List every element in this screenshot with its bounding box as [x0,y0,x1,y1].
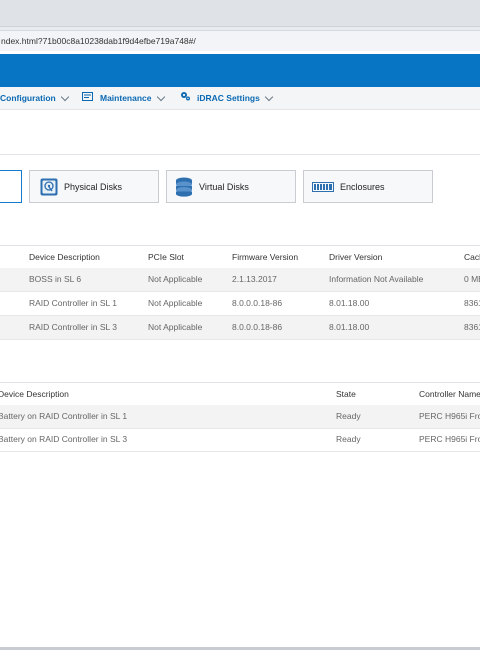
nav-maintenance-label: Maintenance [100,93,152,103]
table-cell: 8361 [464,298,480,308]
column-header[interactable]: Cach [464,246,480,268]
column-header[interactable]: Firmware Version [232,246,298,268]
table-cell: 2.1.13.2017 [232,274,277,284]
column-header[interactable]: Controller Name [419,383,480,405]
app-banner [0,54,480,87]
section-divider [0,154,480,155]
nav-idrac-settings-label: iDRAC Settings [197,93,260,103]
chevron-down-icon [156,92,165,101]
table-cell: Ready [336,411,361,421]
tab-virtual-disks-label: Virtual Disks [199,181,249,192]
tab-enclosures-label: Enclosures [340,181,385,192]
table-cell: Information Not Available [329,274,424,284]
enclosure-icon [312,181,334,192]
controllers-table-header: Device Description PCIe Slot Firmware Ve… [0,245,480,269]
table-cell: Battery on RAID Controller in SL 3 [0,434,128,444]
physical-disk-icon [40,178,58,196]
column-header[interactable]: State [336,383,356,405]
tab-physical-disks[interactable]: Physical Disks [29,170,159,203]
table-row[interactable]: RAID Controller in SL 3 Not Applicable 8… [0,316,480,340]
tab-enclosures[interactable]: Enclosures [303,170,433,203]
table-cell: Ready [336,434,361,444]
nav-maintenance[interactable]: Maintenance [82,87,165,109]
table-row[interactable]: BOSS in SL 6 Not Applicable 2.1.13.2017 … [0,268,480,292]
maintenance-icon [82,87,93,109]
chevron-down-icon [60,92,69,101]
main-nav: Configuration Maintenance iDRAC Settings [0,87,480,110]
table-row[interactable]: Battery on RAID Controller in SL 3 Ready… [0,428,480,452]
table-cell: 8361 [464,322,480,332]
table-cell: Not Applicable [148,298,203,308]
tab-virtual-disks[interactable]: Virtual Disks [166,170,296,203]
address-bar-url[interactable]: ndex.html?71b00c8a10238dab1f9d4efbe719a7… [0,36,196,46]
column-header[interactable]: Driver Version [329,246,382,268]
browser-tab-strip [0,0,480,27]
table-row[interactable]: Battery on RAID Controller in SL 1 Ready… [0,405,480,429]
table-cell: PERC H965i Fro [419,434,480,444]
address-bar[interactable]: ndex.html?71b00c8a10238dab1f9d4efbe719a7… [0,30,480,51]
table-cell: BOSS in SL 6 [29,274,82,284]
table-cell: RAID Controller in SL 3 [29,322,118,332]
column-header[interactable]: Device Description [0,383,69,405]
table-cell: 0 MB [464,274,480,284]
table-cell: Not Applicable [148,274,203,284]
tab-controllers[interactable] [0,170,22,203]
table-row[interactable]: RAID Controller in SL 1 Not Applicable 8… [0,292,480,316]
nav-configuration[interactable]: Configuration [0,87,69,109]
table-cell: 8.01.18.00 [329,322,370,332]
nav-idrac-settings[interactable]: iDRAC Settings [180,87,274,109]
table-cell: RAID Controller in SL 1 [29,298,118,308]
chevron-down-icon [264,92,274,101]
batteries-table-header: Device Description State Controller Name [0,382,480,406]
virtual-disk-icon [175,177,193,197]
table-cell: Battery on RAID Controller in SL 1 [0,411,128,421]
table-cell: 8.0.0.0.18-86 [232,322,283,332]
gears-icon [180,87,191,109]
nav-configuration-label: Configuration [0,93,56,103]
column-header[interactable]: PCIe Slot [148,246,184,268]
column-header[interactable]: Device Description [29,246,100,268]
table-cell: Not Applicable [148,322,203,332]
table-cell: 8.01.18.00 [329,298,370,308]
table-cell: PERC H965i Fro [419,411,480,421]
table-cell: 8.0.0.0.18-86 [232,298,283,308]
tab-physical-disks-label: Physical Disks [64,181,123,192]
